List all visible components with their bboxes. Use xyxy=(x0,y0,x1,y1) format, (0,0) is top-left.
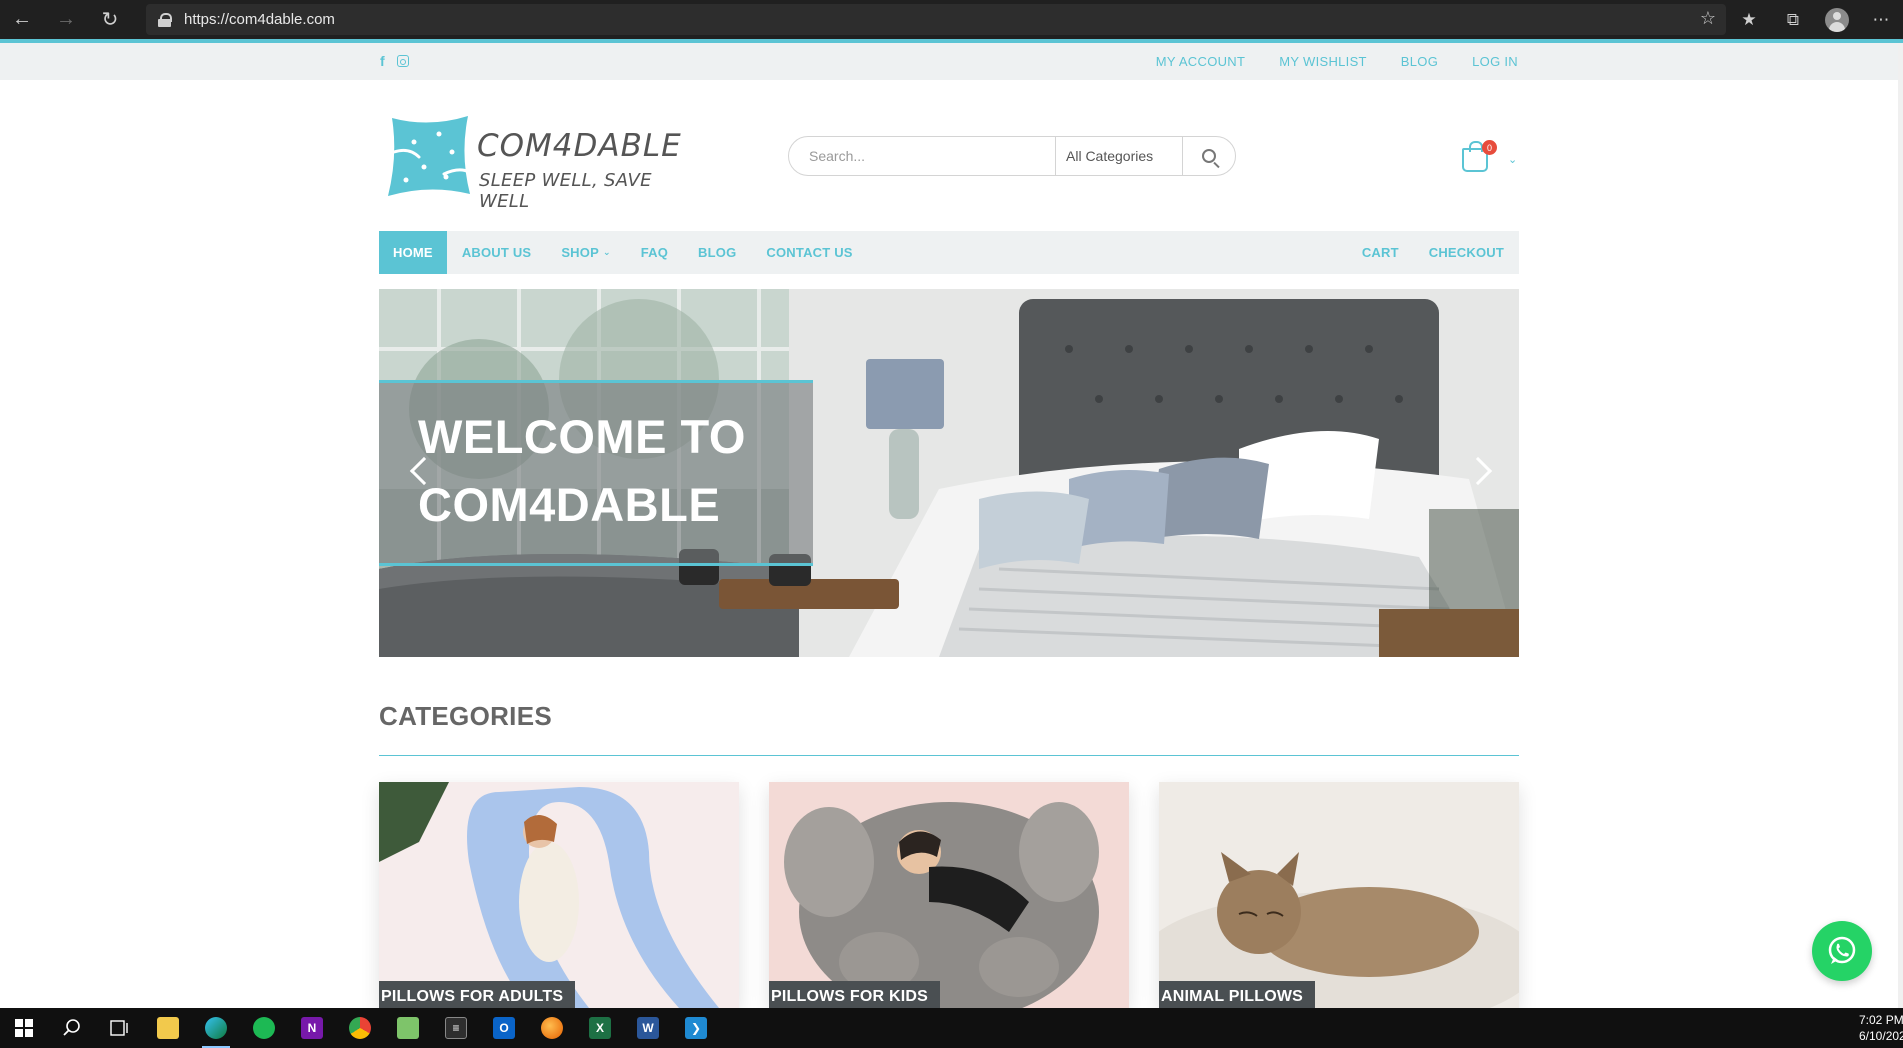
main-navigation: HOME ABOUT US SHOP ⌄ FAQ BLOG CONTACT US… xyxy=(379,231,1519,274)
nav-home[interactable]: HOME xyxy=(379,231,447,274)
category-card-adults[interactable]: PILLOWS FOR ADULTS xyxy=(379,782,739,1008)
task-view-icon[interactable] xyxy=(96,1008,144,1048)
whatsapp-chat-button[interactable] xyxy=(1812,921,1872,981)
top-bar: f MY ACCOUNT MY WISHLIST BLOG LOG IN xyxy=(0,43,1898,80)
whatsapp-icon xyxy=(1828,936,1856,964)
category-label: PILLOWS FOR ADULTS xyxy=(379,981,576,1008)
cart-count-badge: 0 xyxy=(1482,140,1497,155)
file-explorer-icon[interactable] xyxy=(144,1008,192,1048)
more-menu-icon[interactable]: ⋯ xyxy=(1859,0,1903,39)
chevron-down-icon: ⌄ xyxy=(602,247,611,257)
word-icon[interactable]: W xyxy=(624,1008,672,1048)
notepad-icon[interactable] xyxy=(384,1008,432,1048)
category-select[interactable]: All Categories xyxy=(1055,137,1183,175)
windows-taskbar: N ≡ O X W ❯ 7:02 PM 6/10/2021 xyxy=(0,1008,1903,1048)
scrollbar[interactable] xyxy=(1898,43,1903,1008)
logo-tagline: SLEEP WELL, SAVE WELL xyxy=(479,170,652,212)
blog-link[interactable]: BLOG xyxy=(1401,54,1438,69)
nav-faq[interactable]: FAQ xyxy=(626,231,683,274)
refresh-icon[interactable]: ↻ xyxy=(88,0,132,39)
facebook-icon[interactable]: f xyxy=(380,53,385,69)
divider xyxy=(379,755,1519,756)
browser-toolbar: ← → ↻ https://com4dable.com ☆ ★ ⧉ ⋯ xyxy=(0,0,1903,39)
windows-start-icon[interactable] xyxy=(0,1008,48,1048)
search-button[interactable] xyxy=(1183,137,1235,175)
category-card-kids[interactable]: PILLOWS FOR KIDS xyxy=(769,782,1129,1008)
clock-time: 7:02 PM xyxy=(1859,1013,1903,1027)
nav-about-us[interactable]: ABOUT US xyxy=(447,231,547,274)
nav-cart[interactable]: CART xyxy=(1347,231,1414,274)
chevron-right-icon xyxy=(1463,456,1493,486)
url-text[interactable]: https://com4dable.com xyxy=(184,11,335,28)
log-in-link[interactable]: LOG IN xyxy=(1472,54,1518,69)
outlook-icon[interactable]: O xyxy=(480,1008,528,1048)
site-logo[interactable]: COM4DABLE SLEEP WELL, SAVE WELL xyxy=(382,110,682,212)
collections-icon[interactable]: ⧉ xyxy=(1771,0,1815,39)
back-icon[interactable]: ← xyxy=(0,0,44,39)
category-label: ANIMAL PILLOWS xyxy=(1159,981,1316,1008)
kitten-image xyxy=(1159,782,1519,1008)
my-account-link[interactable]: MY ACCOUNT xyxy=(1156,54,1245,69)
chevron-left-icon xyxy=(409,456,439,486)
chevron-down-icon[interactable]: ⌄ xyxy=(1508,153,1517,166)
pillow-logo-icon xyxy=(388,116,471,196)
nav-contact-us[interactable]: CONTACT US xyxy=(751,231,867,274)
logo-title: COM4DABLE xyxy=(477,128,682,164)
forward-icon[interactable]: → xyxy=(44,0,88,39)
chrome-icon[interactable] xyxy=(336,1008,384,1048)
firefox-icon[interactable] xyxy=(528,1008,576,1048)
profile-icon[interactable] xyxy=(1815,0,1859,39)
calculator-icon[interactable]: ≡ xyxy=(432,1008,480,1048)
nav-blog[interactable]: BLOG xyxy=(683,231,751,274)
my-wishlist-link[interactable]: MY WISHLIST xyxy=(1279,54,1367,69)
search-icon[interactable] xyxy=(48,1008,96,1048)
pregnancy-pillow-image xyxy=(379,782,739,1008)
slider-next-arrow[interactable] xyxy=(1463,449,1493,493)
favorite-star-icon[interactable]: ☆ xyxy=(1700,8,1716,29)
address-bar[interactable]: https://com4dable.com ☆ xyxy=(146,4,1726,35)
excel-icon[interactable]: X xyxy=(576,1008,624,1048)
spotify-icon[interactable] xyxy=(240,1008,288,1048)
nav-shop-label: SHOP xyxy=(561,245,599,260)
nav-shop[interactable]: SHOP ⌄ xyxy=(546,231,625,274)
edge-browser-icon[interactable] xyxy=(192,1008,240,1048)
elephant-pillow-image xyxy=(769,782,1129,1008)
search-input[interactable] xyxy=(789,137,1055,175)
hero-slider[interactable]: WELCOME TO COM4DABLE xyxy=(379,289,1519,657)
slider-prev-arrow[interactable] xyxy=(409,449,439,493)
onenote-icon[interactable]: N xyxy=(288,1008,336,1048)
search-form: All Categories xyxy=(788,136,1236,176)
vscode-icon[interactable]: ❯ xyxy=(672,1008,720,1048)
mini-cart[interactable]: 0 ⌄ xyxy=(1462,140,1522,180)
top-links: MY ACCOUNT MY WISHLIST BLOG LOG IN xyxy=(1156,54,1518,69)
nav-checkout[interactable]: CHECKOUT xyxy=(1414,231,1519,274)
instagram-icon[interactable] xyxy=(396,55,409,67)
system-clock[interactable]: 7:02 PM 6/10/2021 xyxy=(1859,1012,1903,1044)
category-label: PILLOWS FOR KIDS xyxy=(769,981,940,1008)
category-card-animal[interactable]: ANIMAL PILLOWS xyxy=(1159,782,1519,1008)
clock-date: 6/10/2021 xyxy=(1859,1029,1903,1043)
categories-heading: CATEGORIES xyxy=(379,701,552,731)
lock-icon xyxy=(158,12,172,27)
social-links: f xyxy=(380,53,409,69)
favorites-icon[interactable]: ★ xyxy=(1727,0,1771,39)
hero-caption: WELCOME TO COM4DABLE xyxy=(379,380,813,566)
search-icon xyxy=(1202,149,1216,163)
hero-title: WELCOME TO COM4DABLE xyxy=(418,410,746,531)
